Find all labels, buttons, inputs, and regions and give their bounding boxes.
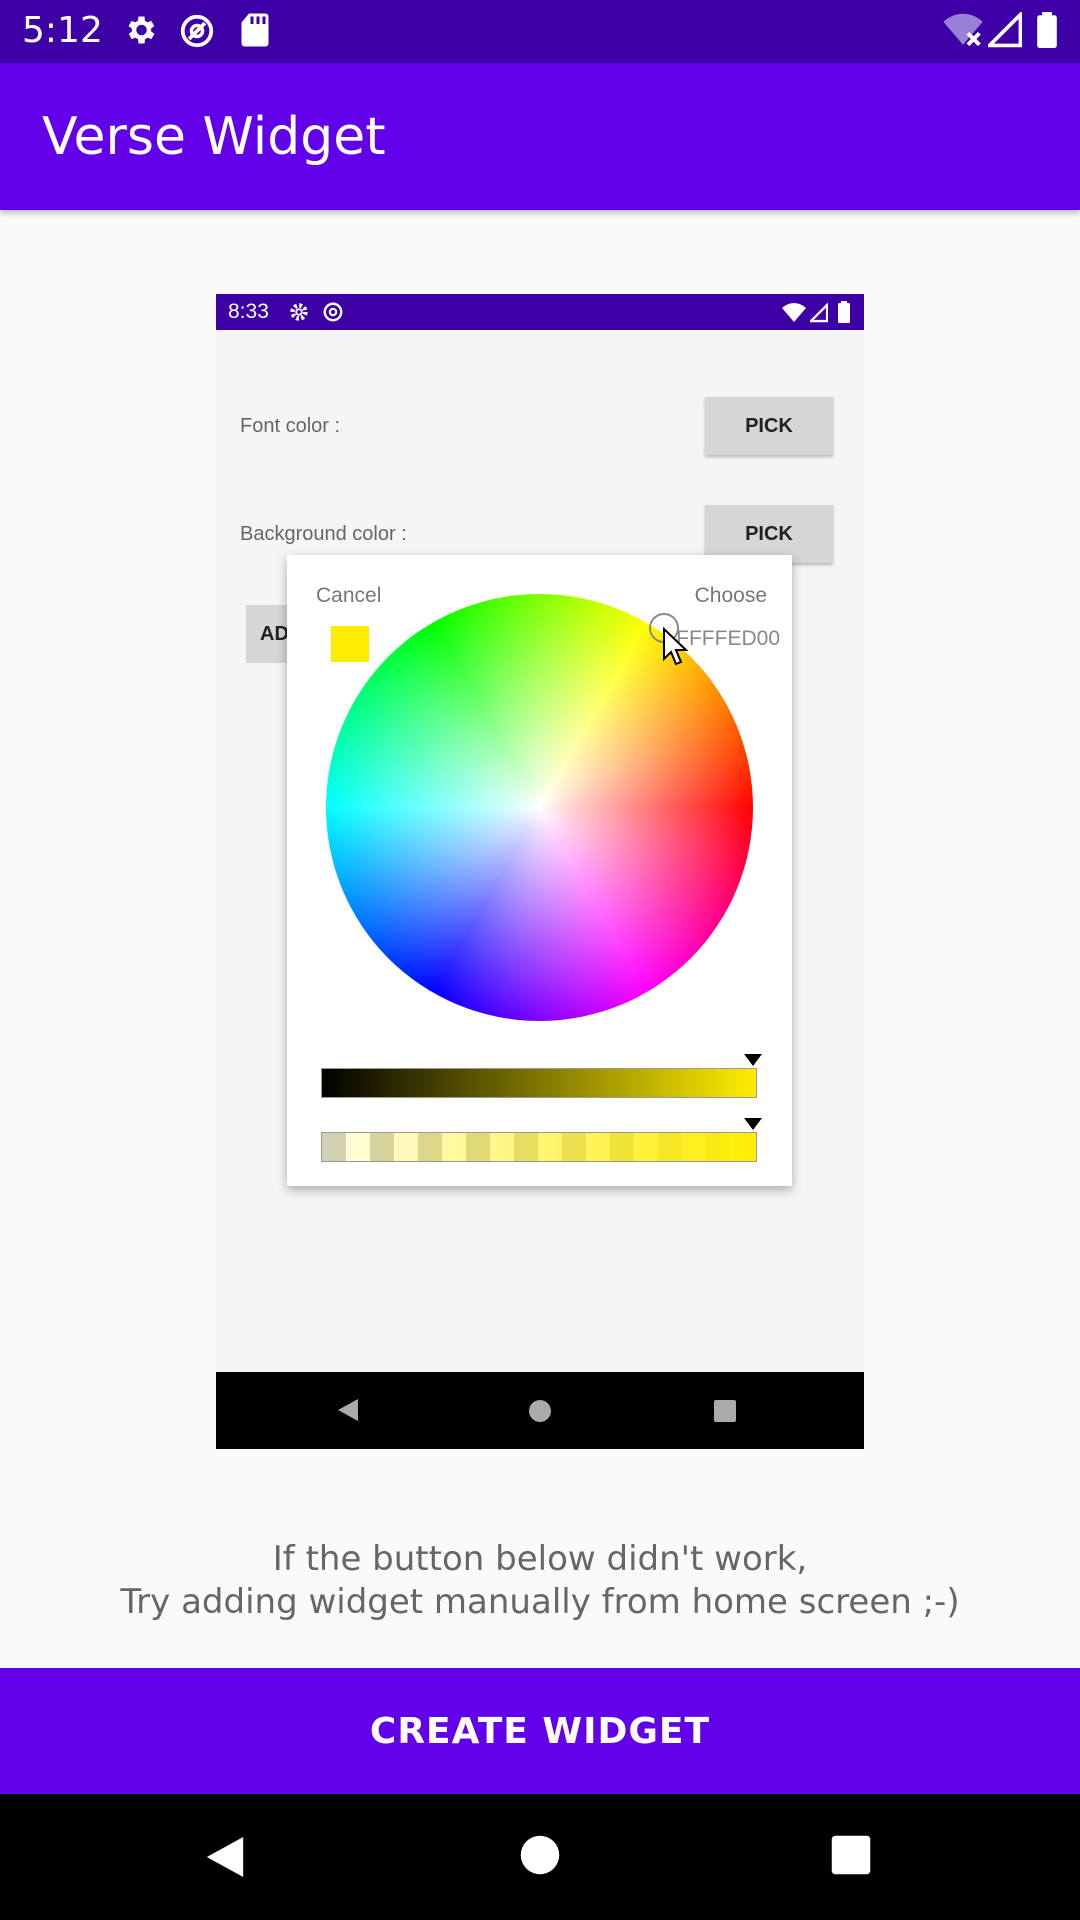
system-navigation-bar bbox=[0, 1794, 1080, 1920]
hint-text: If the button below didn't work, Try add… bbox=[0, 1538, 1080, 1624]
preview-alpha-slider bbox=[321, 1132, 757, 1162]
preview-signal-icon bbox=[810, 303, 828, 323]
cursor-arrow-icon bbox=[663, 627, 688, 666]
preview-hex-value: FFFFED00 bbox=[676, 627, 780, 650]
sd-card-icon bbox=[241, 13, 269, 47]
preview-color-wheel bbox=[326, 594, 753, 1021]
hint-line-2: Try adding widget manually from home scr… bbox=[120, 1582, 960, 1622]
preview-at-sign-icon bbox=[323, 302, 343, 322]
create-widget-button[interactable]: CREATE WIDGET bbox=[0, 1668, 1080, 1794]
preview-home-icon bbox=[529, 1400, 551, 1422]
status-time: 5:12 bbox=[22, 10, 103, 51]
hint-line-1: If the button below didn't work, bbox=[272, 1539, 808, 1579]
battery-icon bbox=[1037, 12, 1057, 48]
back-icon[interactable] bbox=[205, 1835, 245, 1879]
demo-preview-image: 8:33 Font color : PICK Background color … bbox=[216, 294, 864, 1449]
app-title: Verse Widget bbox=[42, 107, 386, 167]
home-icon[interactable] bbox=[519, 1834, 561, 1876]
wifi-off-icon bbox=[943, 13, 983, 47]
preview-wifi-icon bbox=[782, 303, 806, 322]
preview-font-color-label: Font color : bbox=[240, 415, 341, 437]
preview-selected-color-swatch bbox=[331, 626, 369, 662]
preview-recents-icon bbox=[714, 1400, 736, 1422]
preview-gear-icon bbox=[290, 303, 308, 321]
preview-brightness-slider bbox=[321, 1068, 757, 1098]
signal-icon bbox=[988, 12, 1022, 48]
preview-status-bar: 8:33 bbox=[216, 294, 864, 330]
preview-battery-icon bbox=[838, 301, 850, 323]
preview-brightness-thumb bbox=[744, 1054, 762, 1066]
preview-back-icon bbox=[338, 1399, 358, 1421]
preview-background-color-label: Background color : bbox=[240, 523, 407, 545]
at-sign-icon bbox=[180, 14, 214, 48]
app-bar: Verse Widget bbox=[0, 63, 1080, 210]
preview-alpha-thumb bbox=[744, 1118, 762, 1130]
preview-navigation-bar bbox=[216, 1372, 864, 1449]
status-bar: 5:12 bbox=[0, 0, 1080, 63]
preview-choose-label: Choose bbox=[694, 584, 767, 607]
preview-font-pick-button: PICK bbox=[705, 397, 833, 455]
gear-icon bbox=[128, 16, 155, 44]
preview-color-picker-dialog: Cancel Choose FFFFED00 bbox=[287, 555, 792, 1186]
recents-icon[interactable] bbox=[830, 1834, 872, 1876]
preview-status-time: 8:33 bbox=[228, 300, 269, 323]
preview-cancel-label: Cancel bbox=[316, 584, 382, 607]
